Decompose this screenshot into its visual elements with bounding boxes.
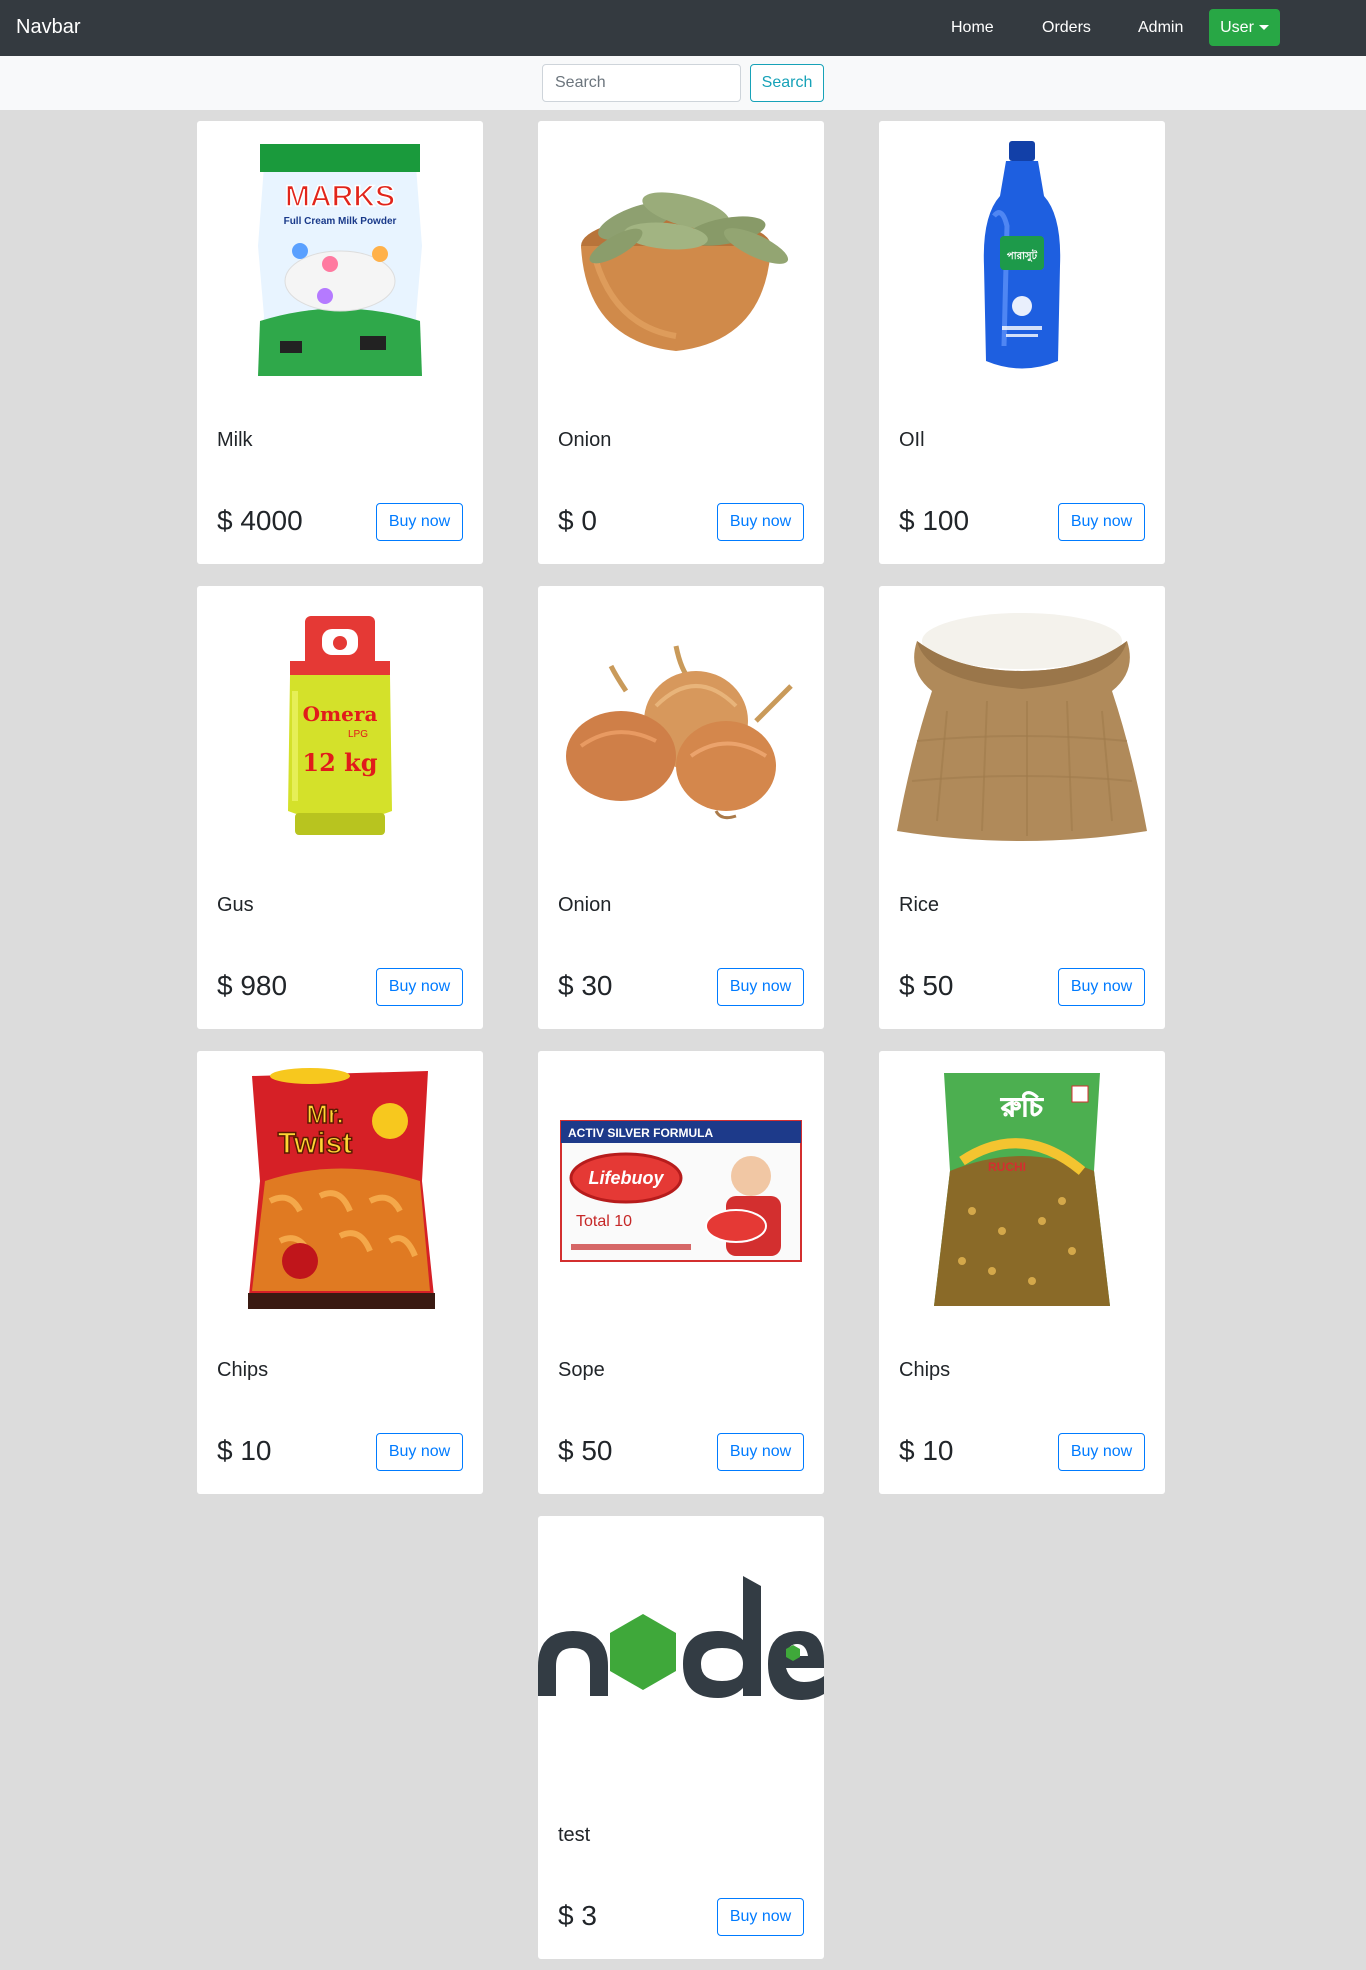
product-title: Rice (899, 894, 940, 916)
product-title: Onion (558, 429, 612, 451)
nav-link-orders[interactable]: Orders (1042, 19, 1091, 37)
navbar-brand[interactable]: Navbar (16, 16, 80, 39)
product-card: রুচি RUCHI Chips $ 10 Buy now (879, 1051, 1165, 1494)
product-card: ACTIV SILVER FORMULA Lifebuoy Total 10 S… (538, 1051, 824, 1494)
product-price: $ 50 (899, 970, 954, 1001)
oil-bottle-image: পারাসুট (879, 121, 1165, 401)
cylinder-brand-text: Omera (303, 702, 378, 726)
chanachur-brand-bangla-text: রুচি (1000, 1091, 1043, 1123)
buy-now-button[interactable]: Buy now (1058, 503, 1145, 541)
milk-packet-brand-text: MARKS (285, 180, 395, 213)
search-button[interactable]: Search (750, 64, 824, 102)
buy-now-button[interactable]: Buy now (1058, 1433, 1145, 1471)
buy-now-button[interactable]: Buy now (717, 503, 804, 541)
ruchi-chanachur-image: রুচি RUCHI (879, 1051, 1165, 1331)
product-title: Onion (558, 894, 612, 916)
caret-down-icon (1258, 25, 1269, 30)
buy-now-button[interactable]: Buy now (1058, 968, 1145, 1006)
user-dropdown-label: User (1220, 18, 1254, 36)
soap-brand-text: Lifebuoy (589, 1168, 665, 1188)
product-title: test (558, 1824, 591, 1846)
lifebuoy-soap-image: ACTIV SILVER FORMULA Lifebuoy Total 10 (538, 1051, 824, 1331)
mr-twist-chips-image: Mr. Twist (197, 1051, 483, 1331)
search-input[interactable] (542, 64, 741, 102)
soap-total-text: Total 10 (576, 1213, 632, 1230)
soap-formula-text: ACTIV SILVER FORMULA (568, 1126, 713, 1140)
chips-brand-text-top: Mr. (306, 1099, 344, 1129)
buy-now-button[interactable]: Buy now (717, 968, 804, 1006)
product-card: Omera LPG 12 kg Gus $ 980 Buy now (197, 586, 483, 1029)
product-price: $ 0 (558, 505, 597, 536)
onions-image (538, 586, 824, 866)
buy-now-button[interactable]: Buy now (376, 503, 463, 541)
milk-packet-sub-text: Full Cream Milk Powder (284, 216, 397, 227)
product-card: পারাসুট OIl $ 100 Buy now (879, 121, 1165, 564)
nav-link-admin[interactable]: Admin (1138, 19, 1183, 37)
product-title: Chips (899, 1359, 951, 1381)
product-title: Milk (217, 429, 253, 451)
product-price: $ 3 (558, 1900, 597, 1931)
product-card: Onion $ 0 Buy now (538, 121, 824, 564)
node-logo-image: node (538, 1516, 824, 1796)
product-price: $ 50 (558, 1435, 613, 1466)
product-title: Chips (217, 1359, 269, 1381)
chanachur-brand-text: RUCHI (988, 1160, 1026, 1174)
top-navbar: Navbar Home Orders Admin User (0, 0, 1366, 56)
product-card: node test $ 3 Buy now (538, 1516, 824, 1959)
product-title: OIl (899, 429, 925, 451)
product-title: Gus (217, 894, 254, 916)
product-price: $ 980 (217, 970, 288, 1001)
bay-leaves-bowl-image (538, 121, 824, 401)
product-card: Onion $ 30 Buy now (538, 586, 824, 1029)
product-price: $ 10 (899, 1435, 954, 1466)
product-price: $ 10 (217, 1435, 272, 1466)
buy-now-button[interactable]: Buy now (717, 1898, 804, 1936)
product-card: Mr. Twist Chips $ 10 Buy now (197, 1051, 483, 1494)
cylinder-weight-text: 12 kg (302, 748, 377, 777)
product-price: $ 30 (558, 970, 613, 1001)
product-price: $ 4000 (217, 505, 303, 536)
user-dropdown-button[interactable]: User (1209, 9, 1280, 46)
buy-now-button[interactable]: Buy now (376, 968, 463, 1006)
oil-bottle-brand-text: পারাসুট (1007, 248, 1038, 263)
milk-powder-packet-image: MARKS Full Cream Milk Powder (197, 121, 483, 401)
product-card: MARKS Full Cream Milk Powder Milk $ 4000… (197, 121, 483, 564)
chips-brand-text-bottom: Twist (278, 1127, 352, 1160)
buy-now-button[interactable]: Buy now (376, 1433, 463, 1471)
search-bar: Search (0, 56, 1366, 110)
rice-sack-image (879, 586, 1165, 866)
gas-cylinder-image: Omera LPG 12 kg (197, 586, 483, 866)
product-title: Sope (558, 1359, 605, 1381)
cylinder-lpg-text: LPG (348, 729, 368, 740)
buy-now-button[interactable]: Buy now (717, 1433, 804, 1471)
product-price: $ 100 (899, 505, 970, 536)
product-card: Rice $ 50 Buy now (879, 586, 1165, 1029)
nav-link-home[interactable]: Home (951, 19, 994, 37)
